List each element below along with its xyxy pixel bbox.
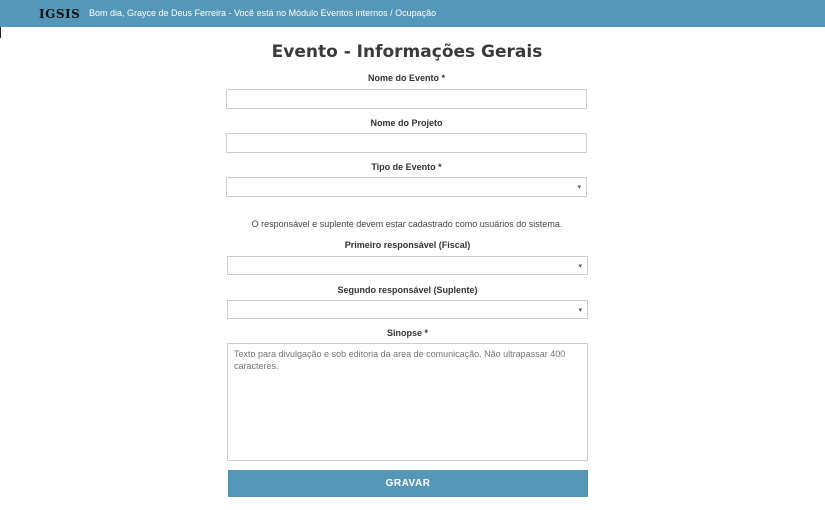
chevron-down-icon: ▾ [577,184,581,191]
tipo-evento-select[interactable]: ▾ [226,177,587,197]
gravar-button[interactable]: GRAVAR [228,470,588,497]
sinopse-label: Sinopse * [386,328,428,338]
nome-evento-label: Nome do Evento * [367,73,445,83]
greeting-text: Bom dia, Grayce de Deus Ferreira - Você … [89,8,437,18]
left-edge-marker [0,27,1,38]
nome-projeto-input[interactable] [226,133,587,153]
primeiro-responsavel-label: Primeiro responsável (Fiscal) [344,240,471,250]
tipo-evento-label: Tipo de Evento * [371,162,442,172]
nome-evento-input[interactable] [226,89,587,109]
segundo-responsavel-label: Segundo responsável (Suplente) [337,285,478,295]
responsaveis-info-text: O responsável e suplente devem estar cad… [251,219,563,229]
segundo-responsavel-select[interactable]: ▾ [227,300,588,319]
chevron-down-icon: ▾ [578,262,582,270]
sinopse-textarea[interactable] [227,343,588,461]
igsis-logo[interactable]: IGSIS [39,7,80,21]
nome-projeto-label: Nome do Projeto [370,118,443,128]
chevron-down-icon: ▾ [578,306,582,314]
primeiro-responsavel-select[interactable]: ▾ [227,256,588,275]
page-title: Evento - Informações Gerais [271,42,543,62]
top-navbar: IGSIS Bom dia, Grayce de Deus Ferreira -… [0,0,825,27]
